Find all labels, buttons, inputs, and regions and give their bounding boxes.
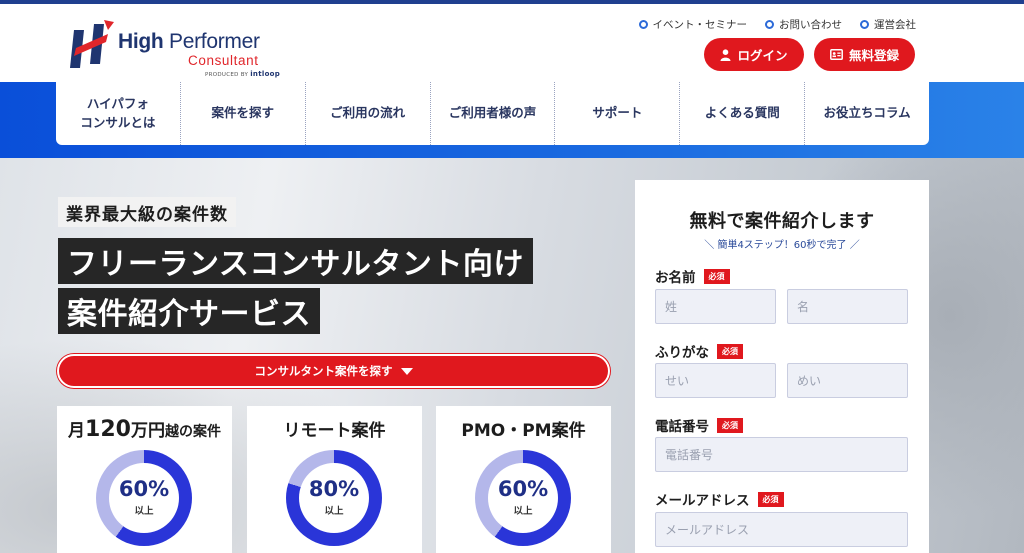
brand-name-rest: Performer (163, 30, 260, 53)
produced-by-label: PRODUCED BY (205, 72, 249, 78)
login-button[interactable]: ログイン (704, 38, 804, 71)
utility-link-contact[interactable]: お問い合わせ (765, 17, 842, 32)
stat-ring: 80% 以上 (286, 450, 382, 546)
form-title: 無料で案件紹介します (689, 211, 875, 232)
stat-title-pre: 月 (68, 421, 86, 441)
name-label: お名前 必須 (655, 266, 730, 286)
first-kana-input[interactable]: めい (787, 363, 908, 398)
stat-percent: 80% (308, 477, 360, 501)
stat-title-num: 120 (85, 417, 131, 442)
register-button[interactable]: 無料登録 (814, 38, 915, 71)
brand-name: High Performer (118, 30, 260, 54)
stat-ring: 60% 以上 (96, 450, 192, 546)
field-label-text: メールアドレス (655, 493, 750, 509)
nav-item-label: サポート (592, 105, 643, 121)
field-label-text: ふりがな (655, 345, 709, 361)
phone-input[interactable]: 電話番号 (655, 437, 908, 472)
utility-link-label: お問い合わせ (779, 19, 842, 31)
field-label-text: 電話番号 (655, 419, 709, 435)
id-card-icon (830, 49, 843, 60)
utility-link-label: イベント・セミナー (652, 19, 748, 31)
login-label: ログイン (737, 48, 788, 63)
stat-percent: 60% (118, 477, 170, 501)
stat-card-remote: リモート案件 80% 以上 (247, 406, 422, 553)
required-badge: 必須 (717, 343, 743, 359)
required-badge: 必須 (703, 268, 730, 284)
stat-card-high-pay: 月120万円越の案件 60% 以上 (57, 406, 232, 553)
nav-item-flow[interactable]: ご利用の流れ (306, 82, 431, 145)
utility-links: イベント・セミナー お問い合わせ 運営会社 (638, 17, 916, 32)
brand-logo[interactable]: High Performer Consultant PRODUCED BY in… (68, 18, 280, 80)
stat-ring-center: 80% 以上 (299, 463, 369, 533)
last-kana-input[interactable]: せい (655, 363, 776, 398)
stat-card-title: リモート案件 (283, 421, 386, 441)
find-consultant-jobs-button[interactable]: コンサルタント案件を探す (57, 354, 610, 388)
email-label: メールアドレス 必須 (655, 489, 784, 509)
stat-ring-center: 60% 以上 (109, 463, 179, 533)
stat-title-post: 越の案件 (164, 424, 221, 440)
brand-name-bold: High (118, 30, 164, 53)
nav-item-label: よくある質問 (704, 105, 780, 121)
stat-ring: 60% 以上 (475, 450, 571, 546)
nav-item-label: ハイパフォ コンサルとは (80, 96, 156, 130)
nav-item-about[interactable]: ハイパフォ コンサルとは (56, 82, 181, 145)
utility-link-label: 運営会社 (874, 19, 916, 31)
email-input[interactable]: メールアドレス (655, 512, 908, 547)
bullet-icon (638, 20, 648, 29)
nav-item-label: 案件を探す (211, 105, 275, 121)
utility-link-company[interactable]: 運営会社 (860, 17, 916, 32)
stat-ring-center: 60% 以上 (488, 463, 558, 533)
nav-item-label: ご利用者様の声 (448, 105, 537, 121)
signup-form: 無料で案件紹介します ＼ 簡単4ステップ！60秒で完了 ／ お名前 必須 姓 名 … (635, 180, 929, 553)
bullet-icon (860, 20, 869, 29)
site-header: High Performer Consultant PRODUCED BY in… (0, 4, 1024, 82)
nav-item-find-jobs[interactable]: 案件を探す (181, 82, 306, 145)
nav-item-label: ご利用の流れ (330, 105, 406, 121)
stat-sub: 以上 (324, 506, 344, 517)
stat-percent: 60% (497, 477, 549, 501)
stat-title-unit: 万円 (130, 421, 165, 441)
stat-card-pmo: PMO・PM案件 60% 以上 (436, 406, 611, 553)
hero-headline-line1: フリーランスコンサルタント向け (58, 238, 533, 284)
last-name-input[interactable]: 姓 (655, 289, 776, 324)
stat-sub: 以上 (513, 506, 533, 517)
kana-label: ふりがな 必須 (655, 341, 743, 361)
utility-link-events[interactable]: イベント・セミナー (638, 17, 748, 32)
nav-item-label: お役立ちコラム (823, 105, 911, 121)
hero-headline-line2: 案件紹介サービス (58, 288, 320, 334)
triangle-down-icon (400, 367, 413, 375)
hero-tag: 業界最大級の案件数 (58, 197, 236, 227)
first-name-input[interactable]: 名 (787, 289, 908, 324)
required-badge: 必須 (717, 417, 743, 433)
brand-sub: Consultant (188, 53, 259, 68)
main-nav: ハイパフォ コンサルとは 案件を探す ご利用の流れ ご利用者様の声 サポート よ… (56, 82, 929, 145)
field-label-text: お名前 (655, 270, 696, 286)
stat-sub: 以上 (134, 506, 154, 517)
nav-item-support[interactable]: サポート (555, 82, 681, 145)
phone-label: 電話番号 必須 (655, 415, 743, 435)
nav-item-voices[interactable]: ご利用者様の声 (431, 82, 556, 145)
brand-produced-by: PRODUCED BY intloop (205, 70, 280, 78)
person-icon (720, 48, 731, 61)
brand-mark-icon (70, 20, 114, 68)
nav-item-column[interactable]: お役立ちコラム (805, 82, 929, 145)
produced-by-company: intloop (250, 70, 281, 78)
cta-label: コンサルタント案件を探す (254, 364, 393, 378)
bullet-icon (765, 20, 774, 29)
required-badge: 必須 (757, 491, 784, 507)
stat-card-title: PMO・PM案件 (461, 421, 586, 441)
form-subtitle: ＼ 簡単4ステップ！60秒で完了 ／ (704, 240, 860, 251)
register-label: 無料登録 (848, 48, 899, 63)
nav-item-faq[interactable]: よくある質問 (680, 82, 806, 145)
stat-card-title: 月120万円越の案件 (57, 416, 232, 442)
